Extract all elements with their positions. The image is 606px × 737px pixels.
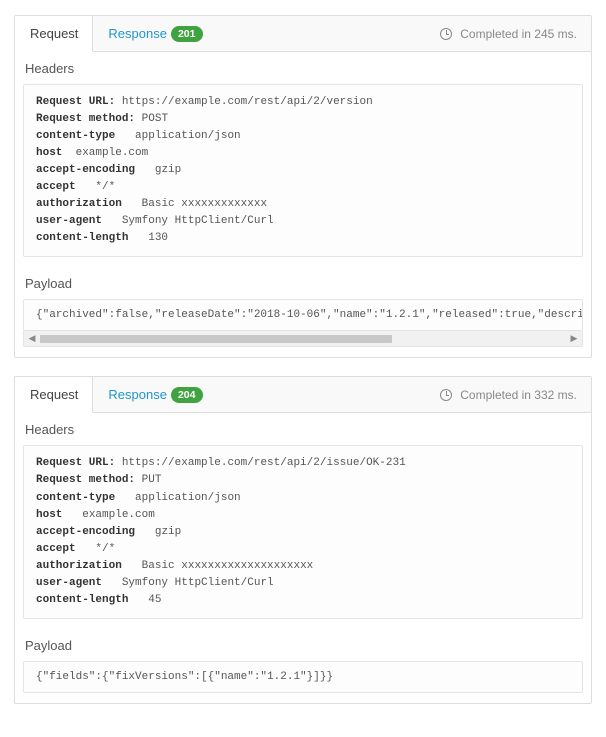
payload-wrap: {"fields":{"fixVersions":[{"name":"1.2.1… <box>23 661 583 693</box>
timing-text: Completed in 332 ms. <box>460 388 577 402</box>
tab-response[interactable]: Response 201 <box>93 16 217 52</box>
payload-block: {"archived":false,"releaseDate":"2018-10… <box>23 299 583 331</box>
payload-wrap: {"archived":false,"releaseDate":"2018-10… <box>23 299 583 347</box>
payload-block: {"fields":{"fixVersions":[{"name":"1.2.1… <box>23 661 583 693</box>
headers-title: Headers <box>15 52 591 84</box>
scroll-thumb[interactable] <box>40 335 392 343</box>
headers-block: Request URL: https://example.com/rest/ap… <box>23 445 583 618</box>
scroll-left-arrow-icon[interactable]: ◀ <box>24 333 40 344</box>
tab-request-label: Request <box>30 26 78 41</box>
tab-response-label: Response <box>108 387 167 402</box>
request-panel: Request Response 204 Completed in 332 ms… <box>14 376 592 703</box>
payload-title: Payload <box>15 267 591 299</box>
scroll-track[interactable] <box>40 333 566 345</box>
clock-icon <box>440 28 452 40</box>
tab-row: Request Response 201 Completed in 245 ms… <box>15 16 591 52</box>
horizontal-scrollbar[interactable]: ◀ ▶ <box>23 331 583 347</box>
tab-request[interactable]: Request <box>15 377 93 413</box>
timing-info: Completed in 245 ms. <box>440 27 591 41</box>
headers-title: Headers <box>15 413 591 445</box>
clock-icon <box>440 389 452 401</box>
request-panel: Request Response 201 Completed in 245 ms… <box>14 15 592 358</box>
tab-response-label: Response <box>108 26 167 41</box>
scroll-right-arrow-icon[interactable]: ▶ <box>566 333 582 344</box>
tab-response[interactable]: Response 204 <box>93 377 217 413</box>
timing-text: Completed in 245 ms. <box>460 27 577 41</box>
headers-block: Request URL: https://example.com/rest/ap… <box>23 84 583 257</box>
payload-title: Payload <box>15 629 591 661</box>
status-badge: 201 <box>171 26 203 42</box>
status-badge: 204 <box>171 387 203 403</box>
timing-info: Completed in 332 ms. <box>440 388 591 402</box>
tab-row: Request Response 204 Completed in 332 ms… <box>15 377 591 413</box>
tab-request[interactable]: Request <box>15 16 93 52</box>
tab-request-label: Request <box>30 387 78 402</box>
